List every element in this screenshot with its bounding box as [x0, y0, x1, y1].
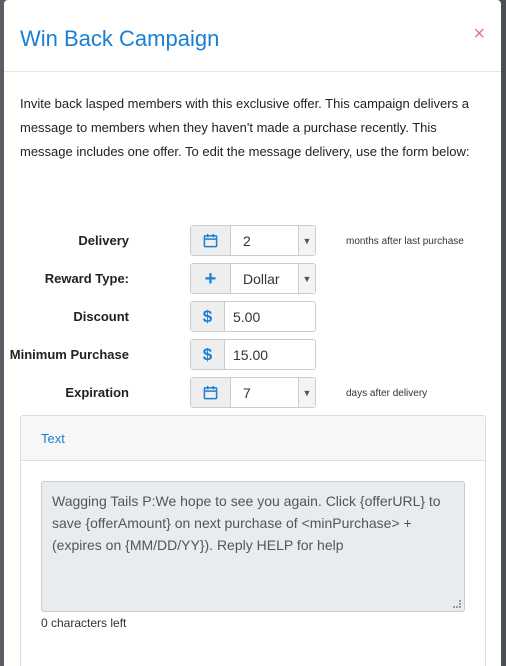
chevron-down-icon[interactable]: ▼: [298, 378, 315, 407]
reward-type-label: Reward Type:: [44, 271, 129, 286]
campaign-description: Invite back lasped members with this exc…: [20, 96, 470, 159]
delivery-row: Delivery 2 ▼ months after last purchase: [4, 225, 501, 257]
discount-input[interactable]: $ 5.00: [190, 301, 316, 332]
delivery-value[interactable]: 2: [231, 226, 298, 255]
delivery-label: Delivery: [78, 233, 129, 248]
minimum-purchase-row: Minimum Purchase $ 15.00: [4, 339, 501, 371]
expiration-value[interactable]: 7: [231, 378, 298, 407]
dollar-icon: $: [191, 340, 225, 369]
calendar-icon-svg: [203, 233, 218, 248]
reward-type-value[interactable]: Dollar: [231, 264, 298, 293]
delivery-suffix: months after last purchase: [346, 236, 464, 247]
message-text: Wagging Tails P:We hope to see you again…: [52, 493, 441, 553]
discount-value[interactable]: 5.00: [225, 302, 315, 331]
dollar-icon: $: [191, 302, 225, 331]
tab-text[interactable]: Text: [21, 416, 485, 461]
win-back-campaign-modal: Win Back Campaign × Invite back lasped m…: [4, 0, 501, 666]
calendar-icon: [191, 226, 231, 255]
resize-handle-icon[interactable]: [453, 600, 461, 608]
characters-left: 0 characters left: [41, 616, 127, 630]
close-button[interactable]: ×: [473, 24, 485, 44]
modal-title: Win Back Campaign: [20, 26, 220, 51]
chevron-down-icon[interactable]: ▼: [298, 264, 315, 293]
calendar-icon-svg: [203, 385, 218, 400]
minimum-purchase-input[interactable]: $ 15.00: [190, 339, 316, 370]
expiration-label: Expiration: [65, 385, 129, 400]
modal-header: Win Back Campaign ×: [4, 0, 501, 72]
calendar-icon: [191, 378, 231, 407]
minimum-purchase-label: Minimum Purchase: [9, 347, 129, 362]
expiration-suffix: days after delivery: [346, 388, 428, 399]
reward-type-select[interactable]: + Dollar ▼: [190, 263, 316, 294]
minimum-purchase-value[interactable]: 15.00: [225, 340, 315, 369]
message-textarea[interactable]: Wagging Tails P:We hope to see you again…: [41, 481, 465, 612]
message-panel: Text Wagging Tails P:We hope to see you …: [20, 415, 486, 666]
expiration-select[interactable]: 7 ▼: [190, 377, 316, 408]
chevron-down-icon[interactable]: ▼: [298, 226, 315, 255]
reward-type-row: Reward Type: + Dollar ▼: [4, 263, 501, 295]
expiration-row: Expiration 7 ▼ days after delivery: [4, 377, 501, 409]
plus-icon: +: [191, 264, 231, 293]
discount-label: Discount: [73, 309, 129, 324]
discount-row: Discount $ 5.00: [4, 301, 501, 333]
delivery-select[interactable]: 2 ▼: [190, 225, 316, 256]
